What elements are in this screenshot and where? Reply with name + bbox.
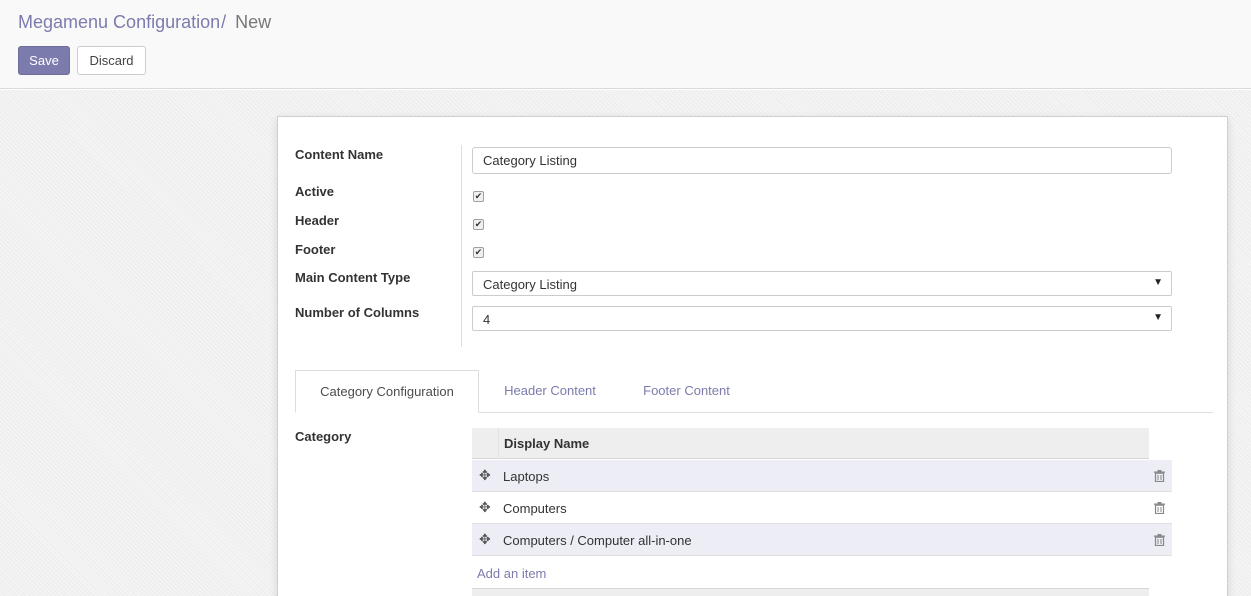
header-checkbox[interactable]: ✔ [473,219,484,230]
header-label: Header [295,213,340,228]
table-row[interactable]: ✥ Computers [472,492,1172,524]
trash-icon[interactable] [1154,502,1165,514]
drag-handle-icon[interactable]: ✥ [479,499,491,516]
category-label: Category [295,429,352,444]
tab-footer-content[interactable]: Footer Content [626,370,747,413]
breadcrumb: Megamenu Configuration/ New [18,12,271,33]
category-table-header: Display Name [472,428,1149,459]
save-button[interactable]: Save [18,46,70,75]
main-content-type-select[interactable]: Category Listing ▼ [472,271,1172,296]
main-content-type-value: Category Listing [483,277,577,292]
caret-down-icon: ▼ [1153,277,1163,288]
tab-header-content[interactable]: Header Content [488,370,612,413]
active-checkbox[interactable]: ✔ [473,191,484,202]
main-content-type-label: Main Content Type [295,270,411,285]
number-of-columns-select[interactable]: 4 ▼ [472,306,1172,331]
active-label: Active [295,184,335,199]
display-name-column-header[interactable]: Display Name [504,436,589,451]
row-display-name: Computers [503,501,567,516]
number-of-columns-label: Number of Columns [295,305,420,320]
control-panel: Megamenu Configuration/ New Save Discard [0,0,1251,89]
trash-icon[interactable] [1154,470,1165,482]
tab-category-configuration[interactable]: Category Configuration [295,370,479,413]
header-gutter [472,428,499,459]
number-of-columns-value: 4 [483,312,491,327]
content-name-input[interactable]: Category Listing [472,147,1172,174]
trash-icon[interactable] [1154,534,1165,546]
discard-button[interactable]: Discard [77,46,146,75]
row-display-name: Computers / Computer all-in-one [503,533,692,548]
add-item-link[interactable]: Add an item [477,566,546,581]
drag-handle-icon[interactable]: ✥ [479,467,491,484]
content-name-label: Content Name [295,147,384,162]
category-table-footer [472,588,1149,596]
breadcrumb-separator: / [221,12,227,32]
drag-handle-icon[interactable]: ✥ [479,531,491,548]
label-divider [461,145,462,347]
footer-checkbox[interactable]: ✔ [473,247,484,258]
table-row[interactable]: ✥ Computers / Computer all-in-one [472,524,1172,556]
row-display-name: Laptops [503,469,550,484]
caret-down-icon: ▼ [1153,312,1163,323]
breadcrumb-current: New [235,12,272,32]
footer-label: Footer [295,242,336,257]
breadcrumb-parent-link[interactable]: Megamenu Configuration [18,12,220,32]
table-row[interactable]: ✥ Laptops [472,460,1172,492]
